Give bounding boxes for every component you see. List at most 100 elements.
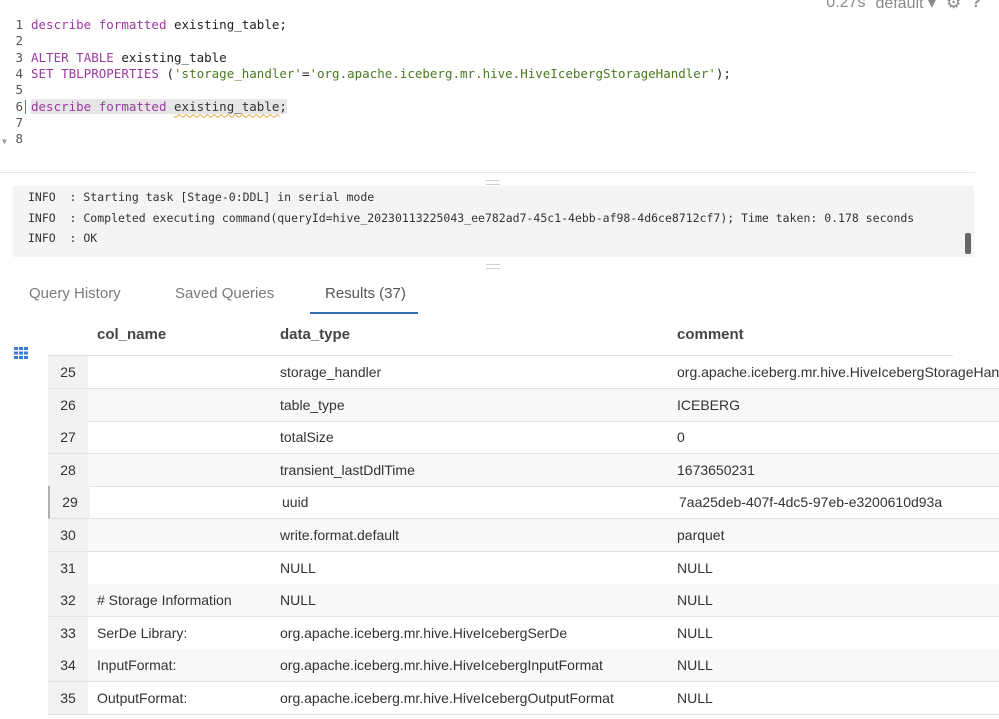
- code-token: ;: [279, 98, 287, 114]
- code-token: existing_table: [113, 49, 227, 65]
- column-header-comment[interactable]: comment: [677, 326, 744, 343]
- row-index: 34: [48, 649, 88, 682]
- table-row[interactable]: 25 storage_handler org.apache.iceberg.mr.h…: [48, 356, 999, 389]
- execution-time: 0.27s: [826, 0, 866, 11]
- line-number-text: 1: [15, 17, 23, 32]
- code-line[interactable]: SET TBLPROPERTIES ('storage_handler'='or…: [31, 66, 731, 82]
- code-token: ALTER: [31, 49, 69, 65]
- code-token: 'org.apache.iceberg.mr.hive.HiveIcebergS…: [309, 65, 716, 81]
- line-number: 2: [0, 33, 26, 49]
- row-index: 27: [48, 421, 88, 454]
- code-token: TBLPROPERTIES: [61, 65, 159, 81]
- line-number: 6: [0, 99, 26, 115]
- code-token: );: [715, 65, 731, 81]
- code-token: TABLE: [76, 49, 114, 65]
- log-scrollbar[interactable]: [965, 233, 971, 254]
- column-header-col-name[interactable]: col_name: [97, 326, 166, 343]
- tab-results[interactable]: Results (37): [325, 282, 406, 316]
- cell-col-name: # Storage Information: [97, 592, 232, 609]
- table-row[interactable]: 35 OutputFormat: org.apache.iceberg.mr.hiv…: [48, 682, 999, 715]
- cell-comment: ICEBERG: [677, 396, 741, 413]
- gear-icon[interactable]: ⚙: [946, 0, 961, 13]
- code-token: [91, 98, 99, 114]
- tab-saved-queries[interactable]: Saved Queries: [175, 282, 274, 316]
- cell-data-type: org.apache.iceberg.mr.hive.HiveIcebergIn…: [280, 657, 603, 674]
- cell-data-type: org.apache.iceberg.mr.hive.HiveIcebergSe…: [280, 624, 568, 641]
- cell-comment: NULL: [677, 592, 713, 609]
- log-resize-handle[interactable]: [486, 264, 500, 269]
- log-line: INFO : Completed executing command(query…: [28, 210, 915, 225]
- row-index: 32: [48, 584, 88, 617]
- table-row[interactable]: 33 SerDe Library: org.apache.iceberg.mr.hi…: [48, 616, 999, 650]
- cell-data-type: uuid: [282, 494, 309, 511]
- database-name: default: [875, 0, 924, 12]
- cell-data-type: storage_handler: [280, 364, 382, 380]
- tab-query-history[interactable]: Query History: [29, 282, 121, 316]
- cell-col-name: OutputFormat:: [97, 690, 188, 706]
- cell-col-name: InputFormat:: [97, 657, 177, 674]
- cell-data-type: NULL: [280, 559, 316, 576]
- line-number-text: 7: [15, 114, 23, 130]
- table-row[interactable]: 26 table_type ICEBERG: [48, 388, 999, 422]
- line-number: 3: [0, 50, 26, 66]
- cell-comment: org.apache.iceberg.mr.hive.HiveIcebergSt…: [677, 364, 999, 380]
- line-number-text: 3: [15, 49, 23, 65]
- cell-col-name: SerDe Library:: [97, 624, 188, 641]
- cell-comment: 7aa25deb-407f-4dc5-97eb-e3200610d93a: [679, 494, 943, 511]
- cell-comment: NULL: [677, 690, 713, 706]
- cell-data-type: org.apache.iceberg.mr.hive.HiveIcebergOu…: [280, 690, 614, 706]
- code-token: (: [158, 65, 175, 81]
- table-row[interactable]: 29 uuid 7aa25deb-407f-4dc5-97eb-e3200610d9…: [48, 486, 999, 520]
- code-token: 'storage_handler': [174, 65, 302, 81]
- grid-view-icon[interactable]: [14, 347, 28, 359]
- line-number: 4: [0, 66, 26, 82]
- column-header-data-type[interactable]: data_type: [280, 326, 350, 343]
- row-index: 35: [48, 682, 88, 714]
- line-number-text: 4: [15, 65, 23, 81]
- code-line[interactable]: ALTER TABLE existing_table: [31, 50, 227, 66]
- table-row[interactable]: 32 # Storage Information NULL NULL: [48, 584, 999, 618]
- sql-editor[interactable]: 1 describe formatted existing_table; 2 3 ALT…: [0, 17, 975, 157]
- code-token: existing_table: [174, 98, 280, 114]
- code-token: formatted: [98, 98, 167, 114]
- code-line[interactable]: describe formatted existing_table;: [31, 17, 287, 33]
- query-status-bar: 0.27s default ▾ ⚙ ?: [826, 0, 981, 13]
- code-token: [166, 98, 175, 114]
- line-number: 1: [0, 17, 26, 33]
- cell-comment: NULL: [677, 559, 713, 576]
- help-icon[interactable]: ?: [971, 0, 981, 12]
- cell-comment: NULL: [677, 624, 713, 641]
- code-token: existing_table;: [166, 17, 287, 32]
- text-cursor: [25, 99, 26, 114]
- line-number-text: 6: [15, 98, 23, 114]
- cell-data-type: table_type: [280, 396, 345, 413]
- fold-icon[interactable]: ▼: [2, 137, 7, 146]
- table-row[interactable]: 27 totalSize 0: [48, 421, 999, 455]
- cell-comment: parquet: [677, 527, 725, 543]
- code-token: describe: [31, 17, 92, 32]
- line-number-text: 5: [15, 82, 23, 98]
- cell-comment: 0: [677, 429, 685, 446]
- code-line[interactable]: describe formatted existing_table;: [31, 98, 287, 115]
- code-token: SET: [31, 65, 54, 81]
- cell-data-type: write.format.default: [280, 527, 400, 543]
- database-selector[interactable]: default ▾: [875, 0, 936, 13]
- row-index: 25: [48, 356, 88, 388]
- cell-comment: NULL: [677, 657, 713, 674]
- line-number-text: 8: [15, 131, 23, 147]
- table-row[interactable]: 28 transient_lastDdlTime 1673650231: [48, 453, 999, 487]
- table-row[interactable]: 30 write.format.default parquet: [48, 519, 999, 552]
- row-index: 30: [48, 519, 88, 551]
- active-tab-indicator: [310, 312, 418, 314]
- table-row[interactable]: 34 InputFormat: org.apache.iceberg.mr.hive…: [48, 649, 999, 683]
- table-row[interactable]: 31 NULL NULL: [48, 551, 999, 585]
- editor-resize-handle[interactable]: [486, 180, 500, 185]
- row-index: 31: [48, 551, 88, 584]
- row-index: 28: [48, 453, 88, 486]
- row-index: 26: [48, 388, 88, 421]
- code-token: describe: [31, 98, 92, 114]
- line-number: 8 ▼: [0, 131, 26, 147]
- row-index: 29: [50, 486, 90, 519]
